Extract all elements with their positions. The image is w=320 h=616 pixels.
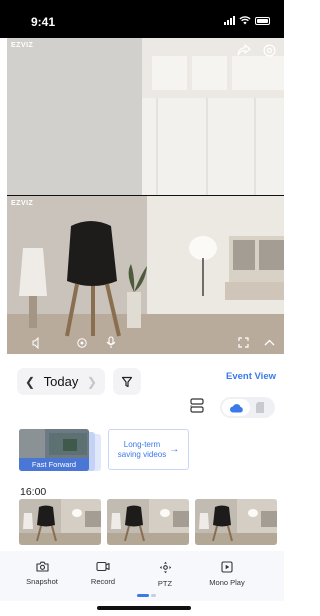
mono-play-label: Mono Play [209,578,245,587]
cloud-icon [229,403,243,412]
video-record-icon [96,561,110,572]
status-bar: 9:41 [0,0,284,38]
list-view-icon[interactable] [190,398,204,414]
camera-feed-bottom[interactable]: EZVIZ [7,196,284,354]
arrow-right-icon: → [169,443,180,455]
fast-forward-card[interactable]: Fast Forward [19,429,101,471]
video-thumbnail[interactable] [195,499,277,545]
previous-day-button[interactable]: ❮ [25,375,35,389]
living-room-scene-bottom [7,196,284,354]
filter-icon [121,376,133,387]
fullscreen-icon[interactable] [238,337,249,348]
status-icons [224,16,270,25]
share-icon[interactable] [237,44,251,56]
storage-toggle[interactable] [220,397,275,418]
record-button[interactable]: Record [75,561,131,586]
date-selector: ❮ Today ❯ [17,368,105,395]
camera-feed-top[interactable]: EZVIZ [7,38,284,195]
brand-logo: EZVIZ [11,200,34,207]
status-time: 9:41 [31,15,56,29]
sd-card-icon [256,402,264,413]
filter-button[interactable] [113,368,141,395]
video-thumbnail[interactable] [19,499,101,545]
cellular-signal-icon [224,16,235,25]
microphone-icon[interactable] [106,336,116,349]
long-term-saving-button[interactable]: Long-term saving videos → [108,429,189,470]
feed-controls [7,332,284,354]
toolbar-page-indicator [137,594,156,597]
sd-card-storage-option[interactable] [255,401,265,419]
mono-play-button[interactable]: Mono Play [199,561,255,587]
settings-icon[interactable] [263,44,276,57]
date-label: Today [43,374,79,389]
fast-forward-thumbnail: Fast Forward [19,429,89,471]
fast-forward-label: Fast Forward [19,458,89,471]
video-thumbnail[interactable] [107,499,189,545]
home-indicator [97,606,191,610]
snapshot-label: Snapshot [26,577,58,586]
cloud-storage-option[interactable] [222,399,250,416]
battery-icon [255,16,270,25]
mono-play-icon [221,561,233,573]
audio-icon[interactable] [32,337,42,349]
event-view-link[interactable]: Event View [226,371,276,382]
ptz-icon [159,561,171,574]
long-term-line-2: saving videos [117,449,167,459]
ptz-label: PTZ [157,579,173,588]
flip-icon[interactable] [76,337,88,349]
living-room-scene-top [7,38,284,195]
long-term-line-1: Long-term [123,439,161,449]
feed-overlay-icons [237,44,276,57]
record-label: Record [90,577,116,586]
long-term-text: Long-term saving videos [118,440,166,460]
camera-icon [35,561,49,572]
snapshot-button[interactable]: Snapshot [14,561,70,586]
chevron-up-icon[interactable] [264,339,275,347]
next-day-button[interactable]: ❯ [87,375,97,389]
brand-logo: EZVIZ [11,42,34,49]
ptz-button[interactable]: PTZ [137,561,193,588]
timeline-time-label: 16:00 [20,486,47,498]
wifi-icon [239,16,251,25]
